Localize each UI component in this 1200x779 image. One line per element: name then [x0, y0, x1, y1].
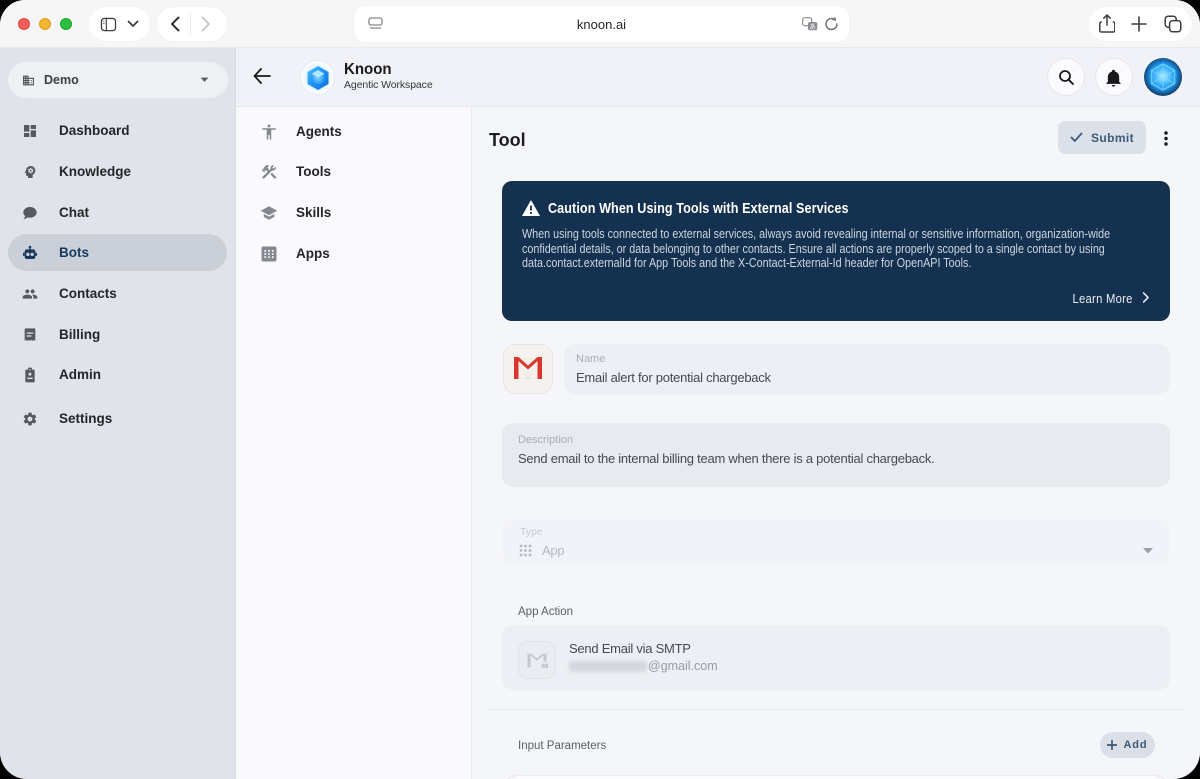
svg-text:あ: あ [809, 23, 816, 31]
